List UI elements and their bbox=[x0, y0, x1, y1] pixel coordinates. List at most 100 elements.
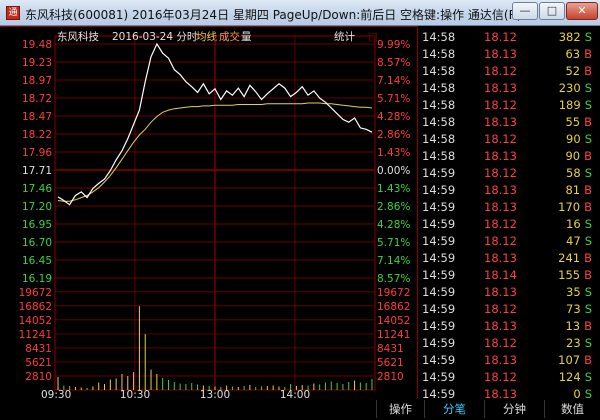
tick-volume: 241 B bbox=[558, 249, 592, 267]
tick-time: 14:59 bbox=[422, 319, 456, 333]
percent-tick-label: 2.86% bbox=[377, 129, 410, 141]
maximize-button[interactable]: □ bbox=[539, 2, 565, 20]
tick-time: 14:58 bbox=[422, 98, 456, 112]
tick-side-flag: B bbox=[584, 64, 592, 78]
close-button[interactable]: ✕ bbox=[566, 2, 598, 20]
tick-time: 14:58 bbox=[422, 64, 456, 78]
tick-row[interactable]: 14:59 18.13 13 B bbox=[418, 317, 600, 335]
price-tick-label: 18.47 bbox=[22, 111, 52, 123]
tick-row[interactable]: 14:59 18.12 124 S bbox=[418, 368, 600, 386]
tick-volume: 81 B bbox=[565, 181, 592, 199]
deal-volume-legend: 成交 bbox=[219, 30, 240, 43]
tick-side-flag: B bbox=[584, 353, 592, 367]
tab-minute[interactable]: 分钟 bbox=[484, 400, 544, 418]
tick-price: 18.13 bbox=[484, 47, 517, 61]
tick-volume-value: 63 bbox=[565, 47, 581, 61]
tick-volume: 230 S bbox=[559, 79, 592, 97]
tick-volume: 170 B bbox=[558, 198, 592, 216]
tick-side-flag: B bbox=[584, 319, 592, 333]
tick-row[interactable]: 14:59 18.12 16 S bbox=[418, 215, 600, 233]
tick-volume-value: 170 bbox=[558, 200, 581, 214]
tick-side-flag: S bbox=[584, 285, 592, 299]
tick-price: 18.14 bbox=[484, 268, 517, 282]
volume-tick-label: 2810 bbox=[25, 371, 52, 383]
tick-volume: 23 S bbox=[566, 334, 592, 352]
tick-row[interactable]: 14:58 18.13 55 B bbox=[418, 113, 600, 131]
tick-time: 14:58 bbox=[422, 81, 456, 95]
tick-list[interactable]: 14:58 18.12 382 S 14:58 18.13 63 B 14:58 18.12 52 B… bbox=[418, 28, 600, 401]
tick-time: 14:59 bbox=[422, 200, 456, 214]
tick-volume-value: 107 bbox=[558, 353, 581, 367]
minimize-button[interactable]: — bbox=[512, 2, 538, 20]
tick-price: 18.12 bbox=[484, 234, 517, 248]
tick-row[interactable]: 14:58 18.12 52 B bbox=[418, 62, 600, 80]
tick-row[interactable]: 14:59 18.12 73 S bbox=[418, 300, 600, 318]
tab-value[interactable]: 数值 bbox=[544, 400, 600, 418]
tick-volume-value: 13 bbox=[565, 319, 581, 333]
tick-price: 18.12 bbox=[484, 30, 517, 44]
percent-tick-label: 4.28% bbox=[377, 219, 410, 231]
tick-side-flag: S bbox=[584, 98, 592, 112]
tick-row[interactable]: 14:58 18.13 63 B bbox=[418, 45, 600, 63]
tick-volume-value: 81 bbox=[565, 183, 581, 197]
tick-price: 18.12 bbox=[484, 217, 517, 231]
tick-volume-value: 90 bbox=[565, 149, 581, 163]
tick-volume-value: 35 bbox=[566, 285, 581, 299]
tick-row[interactable]: 14:59 18.12 23 S bbox=[418, 334, 600, 352]
tick-volume-value: 90 bbox=[566, 132, 581, 146]
tick-volume: 124 S bbox=[559, 368, 592, 386]
tick-row[interactable]: 14:59 18.13 241 B bbox=[418, 249, 600, 267]
tick-volume: 90 S bbox=[566, 130, 592, 148]
tick-row[interactable]: 14:59 18.13 170 B bbox=[418, 198, 600, 216]
price-tick-label: 16.45 bbox=[22, 255, 52, 267]
price-tick-label: 17.71 bbox=[22, 165, 52, 177]
tick-row[interactable]: 14:59 18.14 155 B bbox=[418, 266, 600, 284]
tick-side-flag: B bbox=[584, 200, 592, 214]
tick-volume-value: 58 bbox=[566, 166, 581, 180]
tick-row[interactable]: 14:59 18.13 35 S bbox=[418, 283, 600, 301]
tick-row[interactable]: 14:59 18.12 47 S bbox=[418, 232, 600, 250]
percent-tick-label: 8.57% bbox=[377, 273, 410, 285]
intraday-chart[interactable]: 东风科技 2016-03-24 分时均线 成交量统计 □19.48 9.99%19.23… bbox=[0, 26, 418, 400]
tick-time: 14:59 bbox=[422, 217, 456, 231]
tick-row[interactable]: 14:58 18.13 90 B bbox=[418, 147, 600, 165]
tick-row[interactable]: 14:58 18.12 90 S bbox=[418, 130, 600, 148]
tab-tick[interactable]: 分笔 bbox=[424, 400, 484, 418]
tick-volume: 47 S bbox=[566, 232, 592, 250]
volume-tick-label-right: 11241 bbox=[377, 329, 410, 341]
tick-side-flag: S bbox=[584, 166, 592, 180]
tick-volume-value: 52 bbox=[565, 64, 581, 78]
tick-price: 18.12 bbox=[484, 166, 517, 180]
tick-row[interactable]: 14:59 18.13 107 B bbox=[418, 351, 600, 369]
tick-volume-value: 124 bbox=[558, 370, 581, 384]
price-tick-label: 18.22 bbox=[22, 129, 52, 141]
price-tick-label: 16.95 bbox=[22, 219, 52, 231]
tick-price: 18.13 bbox=[484, 115, 517, 129]
price-tick-label: 17.96 bbox=[22, 147, 52, 159]
tick-side-flag: B bbox=[584, 47, 592, 61]
tick-side-flag: S bbox=[584, 217, 592, 231]
tick-time: 14:59 bbox=[422, 234, 456, 248]
tick-volume: 52 B bbox=[565, 62, 592, 80]
tick-side-flag: S bbox=[584, 302, 592, 316]
price-tick-label: 17.20 bbox=[22, 201, 52, 213]
tick-volume-value: 55 bbox=[565, 115, 581, 129]
window-titlebar: 通 东风科技(600081) 2016年03月24日 星期四 PageUp/Do… bbox=[0, 0, 600, 26]
percent-tick-label: 0.00% bbox=[377, 165, 410, 177]
tick-time: 14:59 bbox=[422, 302, 456, 316]
price-tick-label: 17.46 bbox=[22, 183, 52, 195]
tick-row[interactable]: 14:58 18.12 189 S bbox=[418, 96, 600, 114]
tick-volume: 107 B bbox=[558, 351, 592, 369]
tick-row[interactable]: 14:58 18.12 382 S bbox=[418, 28, 600, 46]
volume-tick-label-right: 14052 bbox=[377, 315, 410, 327]
tick-volume-value: 230 bbox=[558, 81, 581, 95]
tab-operate[interactable]: 操作 bbox=[376, 400, 424, 418]
volume-tick-label: 19672 bbox=[19, 287, 52, 299]
tick-volume: 63 B bbox=[565, 45, 592, 63]
tick-time: 14:59 bbox=[422, 268, 456, 282]
tick-volume-value: 16 bbox=[566, 217, 581, 231]
tick-row[interactable]: 14:59 18.13 81 B bbox=[418, 181, 600, 199]
tick-price: 18.12 bbox=[484, 98, 517, 112]
tick-row[interactable]: 14:59 18.12 58 S bbox=[418, 164, 600, 182]
tick-row[interactable]: 14:58 18.13 230 S bbox=[418, 79, 600, 97]
